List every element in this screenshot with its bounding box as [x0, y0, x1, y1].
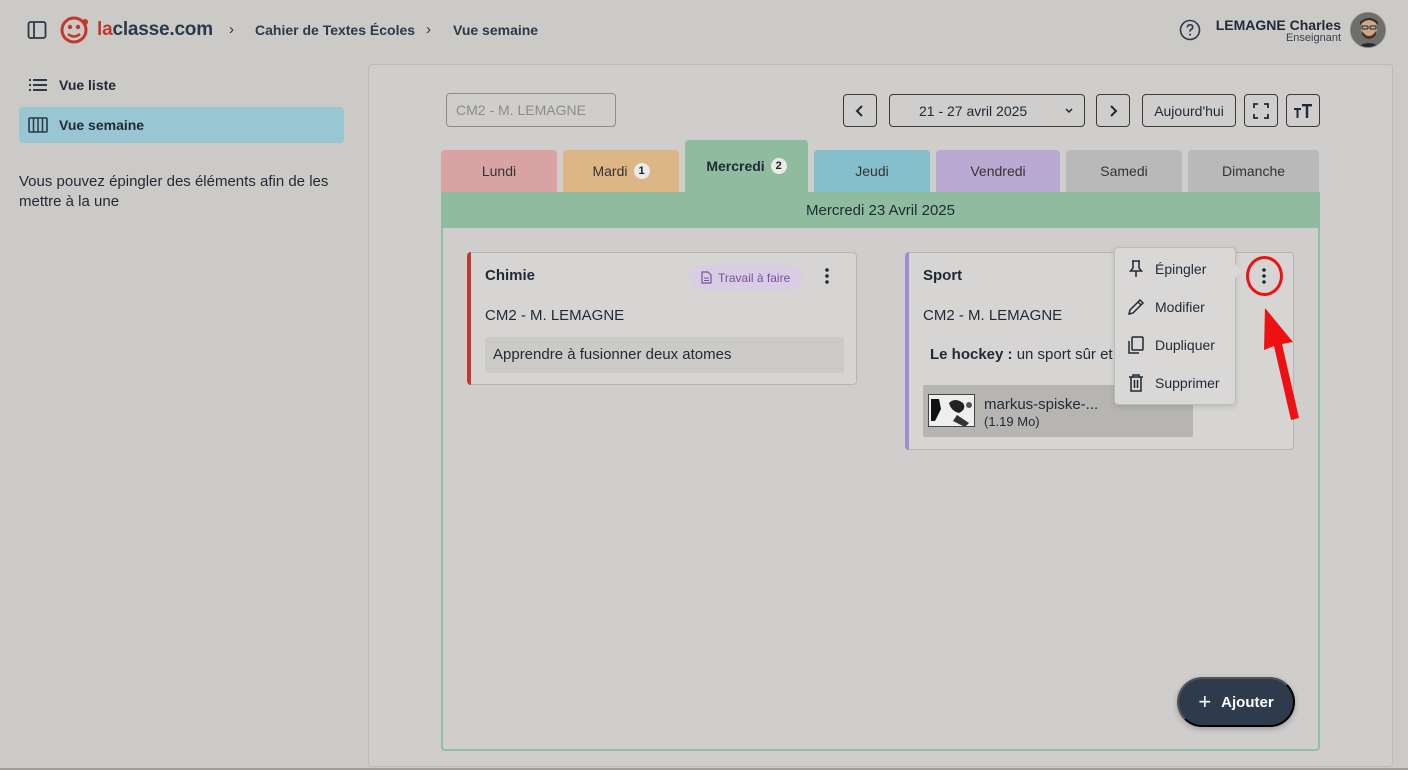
tab-label: Vendredi: [970, 163, 1026, 179]
add-button[interactable]: + Ajouter: [1177, 677, 1295, 727]
chevron-left-icon: [855, 104, 863, 117]
text-size-icon: [1294, 103, 1312, 118]
breadcrumb-cahier[interactable]: Cahier de Textes Écoles: [255, 22, 415, 38]
card-title: Sport: [923, 267, 963, 284]
chevron-right-icon: ›: [229, 21, 234, 38]
user-role: Enseignant: [1285, 32, 1341, 44]
logo-text[interactable]: laclasse.com: [97, 19, 213, 41]
plus-icon: +: [1198, 689, 1212, 714]
add-button-label: Ajouter: [1221, 693, 1274, 711]
day-header: Mercredi 23 Avril 2025: [441, 192, 1320, 228]
tab-vendredi[interactable]: Vendredi: [936, 150, 1060, 192]
menu-item-epingler[interactable]: Épingler: [1115, 250, 1235, 288]
tab-mardi[interactable]: Mardi 1: [563, 150, 679, 192]
card-content: Apprendre à fusionner deux atomes: [485, 337, 844, 373]
card-content-bold: Le hockey :: [930, 346, 1013, 363]
tab-jeudi[interactable]: Jeudi: [814, 150, 930, 192]
tab-dimanche[interactable]: Dimanche: [1188, 150, 1319, 192]
attachment-thumbnail: [928, 394, 975, 427]
sidebar-item-vue-semaine[interactable]: Vue semaine: [19, 107, 344, 143]
menu-item-supprimer[interactable]: Supprimer: [1115, 364, 1235, 402]
tab-label: Dimanche: [1221, 163, 1286, 179]
tab-mercredi[interactable]: Mercredi 2: [685, 140, 808, 192]
homework-chip[interactable]: Travail à faire: [689, 265, 803, 290]
week-range-select[interactable]: 21 - 27 avril 2025: [889, 94, 1085, 127]
fullscreen-button[interactable]: [1244, 94, 1278, 127]
avatar[interactable]: [1350, 12, 1386, 48]
annotation-arrow-icon: [1264, 308, 1299, 420]
text-size-button[interactable]: [1286, 94, 1320, 127]
tab-label: Jeudi: [855, 163, 889, 179]
tab-count-badge: 2: [770, 158, 787, 174]
tab-label: Samedi: [1100, 163, 1148, 179]
logo-prefix: la: [97, 19, 113, 40]
card-class: CM2 - M. LEMAGNE: [485, 307, 625, 324]
sidebar-toggle-icon[interactable]: [27, 20, 47, 40]
card-class: CM2 - M. LEMAGNE: [923, 307, 1063, 324]
chevron-right-icon: ›: [426, 21, 431, 38]
menu-item-label: Épingler: [1155, 261, 1207, 277]
class-select[interactable]: CM2 - M. LEMAGNE: [446, 93, 616, 127]
list-icon: [27, 76, 49, 94]
more-vertical-icon[interactable]: [817, 266, 837, 286]
logo-suffix: classe.com: [112, 19, 213, 40]
document-icon: [701, 271, 712, 284]
card-accent-bar: [467, 252, 471, 385]
top-bar: laclasse.com › Cahier de Textes Écoles ›…: [0, 0, 1408, 62]
sidebar-item-vue-liste[interactable]: Vue liste: [19, 67, 344, 103]
help-icon[interactable]: [1179, 19, 1201, 41]
attachment-name: markus-spiske-...: [984, 396, 1099, 413]
laclasse-logo-icon[interactable]: [58, 14, 90, 46]
fullscreen-icon: [1253, 102, 1269, 119]
next-week-button[interactable]: [1096, 94, 1130, 127]
week-columns-icon: [27, 116, 49, 134]
menu-item-label: Modifier: [1155, 299, 1205, 315]
tab-lundi[interactable]: Lundi: [441, 150, 557, 192]
pencil-icon: [1127, 298, 1145, 316]
annotation-circle: [1246, 256, 1283, 296]
breadcrumb-vue-semaine[interactable]: Vue semaine: [453, 22, 538, 38]
trash-icon: [1127, 374, 1145, 392]
tab-label: Lundi: [481, 163, 517, 179]
tab-label: Mercredi: [706, 158, 765, 174]
tab-label: Mardi: [592, 163, 628, 179]
card-title: Chimie: [485, 267, 536, 284]
card-accent-bar: [905, 252, 909, 450]
copy-icon: [1127, 336, 1145, 354]
menu-item-label: Dupliquer: [1155, 337, 1215, 353]
menu-caret: [1235, 264, 1242, 278]
card-content-text: un sport sûr et: [1012, 346, 1113, 363]
user-name[interactable]: LEMAGNE Charles: [1216, 17, 1341, 33]
menu-item-dupliquer[interactable]: Dupliquer: [1115, 326, 1235, 364]
chevron-down-icon: [1065, 108, 1073, 114]
chevron-right-icon: [1110, 104, 1118, 117]
pin-hint-text: Vous pouvez épingler des éléments afin d…: [19, 173, 329, 210]
sidebar-item-label: Vue liste: [59, 77, 117, 93]
prev-week-button[interactable]: [843, 94, 877, 127]
menu-item-label: Supprimer: [1155, 375, 1220, 391]
today-button[interactable]: Aujourd'hui: [1142, 94, 1236, 127]
chip-label: Travail à faire: [718, 270, 791, 285]
sidebar-item-label: Vue semaine: [59, 117, 145, 133]
attachment-size: (1.19 Mo): [984, 414, 1040, 429]
tab-count-badge: 1: [633, 163, 650, 179]
card-content: Le hockey : un sport sûr et: [923, 337, 1123, 373]
pin-icon: [1127, 260, 1145, 278]
week-range-label: 21 - 27 avril 2025: [919, 102, 1028, 119]
menu-item-modifier[interactable]: Modifier: [1115, 288, 1235, 326]
context-menu: Épingler Modifier Dupliquer Supprimer: [1114, 247, 1236, 405]
tab-samedi[interactable]: Samedi: [1066, 150, 1182, 192]
